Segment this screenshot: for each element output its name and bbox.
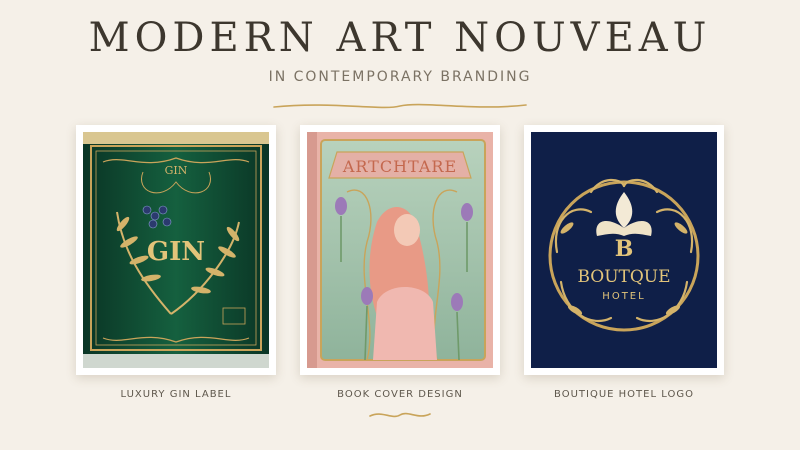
hotel-logo-card[interactable]: B BOUTQUE HOTEL <box>524 125 724 375</box>
page-title: MODERN ART NOUVEAU <box>88 15 712 61</box>
gin-label-card[interactable]: GIN GIN <box>76 125 276 375</box>
hotel-name-text: BOUTQUE <box>577 267 670 287</box>
caption-gin-label: LUXURY GIN LABEL <box>120 389 232 400</box>
ornamental-divider-top <box>273 103 527 109</box>
page-subtitle: IN CONTEMPORARY BRANDING <box>268 69 532 85</box>
caption-hotel-logo: BOUTIQUE HOTEL LOGO <box>554 389 694 400</box>
gin-brand-text: GIN <box>147 237 205 267</box>
caption-book-cover: BOOK COVER DESIGN <box>337 389 463 400</box>
hotel-sub-text: HOTEL <box>602 291 645 302</box>
gin-label-artwork: GIN GIN <box>83 132 269 368</box>
book-title-text: ARTCHTARE <box>342 157 457 176</box>
gin-small-label: GIN <box>165 164 188 177</box>
hotel-monogram-text: B <box>615 236 634 262</box>
hotel-logo-artwork: B BOUTQUE HOTEL <box>531 132 717 368</box>
ornamental-divider-bottom <box>369 412 431 418</box>
book-cover-card[interactable]: ARTCHTARE <box>300 125 500 375</box>
book-cover-artwork: ARTCHTARE <box>307 132 493 368</box>
